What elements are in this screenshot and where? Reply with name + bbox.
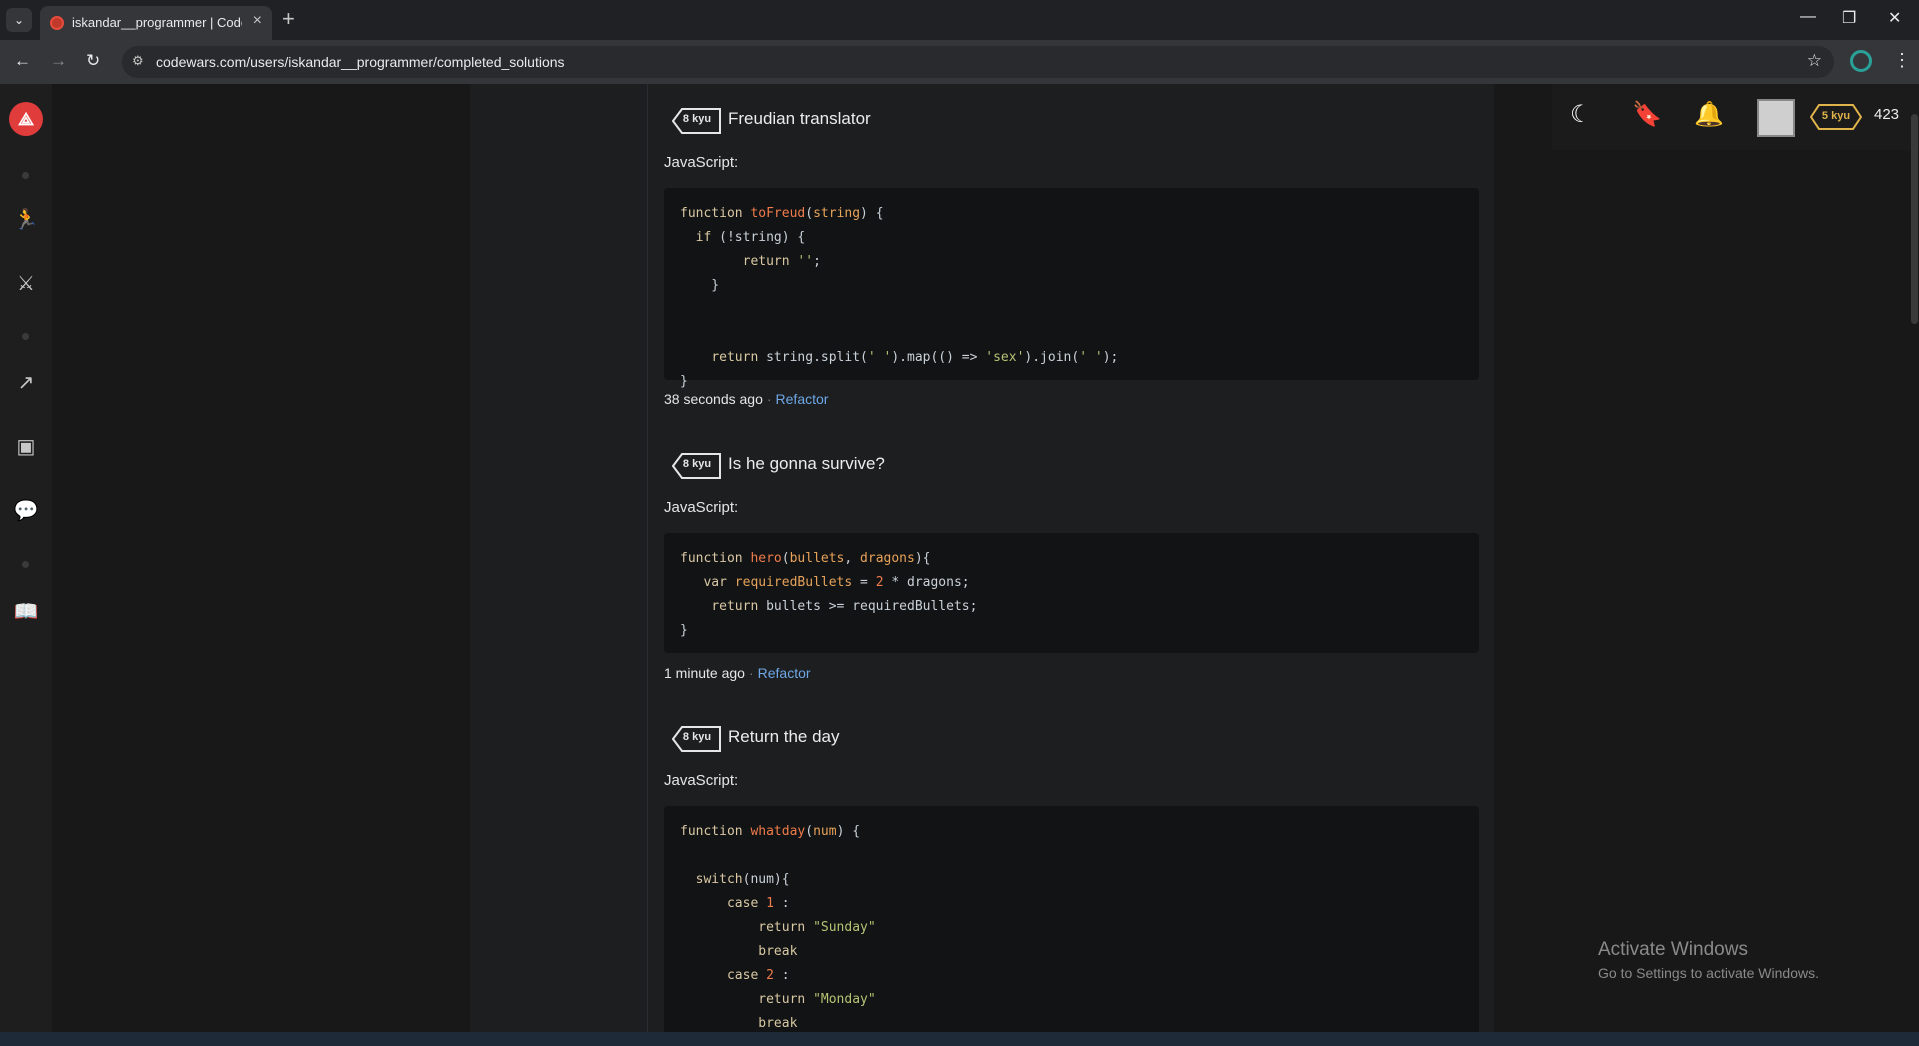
new-tab-button[interactable]: + [282, 6, 295, 32]
left-nav: ⟁ 🏃 ⚔ ↗ ▣ 💬 📖 [0, 84, 52, 1032]
windows-taskbar [0, 1032, 1919, 1046]
browser-tabstrip: ⌄ iskandar__programmer | Codewars × + — … [0, 0, 1919, 40]
discussions-icon[interactable]: 💬 [13, 498, 39, 523]
bookmark-star-icon[interactable]: ☆ [1807, 51, 1822, 71]
rank-label: 5 kyu [1821, 110, 1851, 122]
browser-toolbar: ← → ↻ ⚙ codewars.com/users/iskandar__pro… [0, 40, 1919, 84]
activate-windows-watermark: Activate Windows Go to Settings to activ… [1598, 939, 1819, 981]
kyu-badge: 8 kyu [672, 108, 722, 134]
code-block: function whatday(num) { switch(num){ cas… [664, 806, 1479, 1032]
kyu-badge: 8 kyu [672, 726, 722, 752]
address-url[interactable]: codewars.com/users/iskandar__programmer/… [156, 54, 565, 70]
codewars-logo-icon[interactable]: ⟁ [9, 102, 43, 136]
code-block: function toFreud(string) { if (!string) … [664, 188, 1479, 389]
page-scrollbar[interactable] [1911, 114, 1918, 324]
activate-subtitle: Go to Settings to activate Windows. [1598, 965, 1819, 981]
leaderboard-icon[interactable]: ↗ [13, 370, 39, 395]
rank-badge[interactable]: 5 kyu [1810, 104, 1862, 130]
solution-meta: 38 seconds ago · Refactor [664, 391, 829, 407]
kyu-label: 8 kyu [682, 458, 712, 470]
user-hud: ☾ 🔖 🔔 5 kyu 423 [1552, 84, 1919, 150]
kata-title-link[interactable]: Is he gonna survive? [728, 454, 885, 474]
practice-icon[interactable]: ⚔ [13, 271, 39, 296]
codewars-page: ⟁ 🏃 ⚔ ↗ ▣ 💬 📖 8 kyu Freudian translator … [0, 84, 1919, 1032]
tab-title: iskandar__programmer | Codewars [72, 15, 242, 30]
moon-icon[interactable]: ☾ [1570, 100, 1592, 129]
restore-icon[interactable]: ❐ [1842, 8, 1856, 28]
codewars-favicon-icon [50, 16, 64, 30]
solutions-list: 8 kyu Freudian translator JavaScript: fu… [648, 84, 1494, 1032]
bookmark-icon[interactable]: 🔖 [1632, 100, 1662, 129]
address-bar[interactable]: ⚙ codewars.com/users/iskandar__programme… [122, 46, 1834, 78]
solution-meta: 1 minute ago · Refactor [664, 665, 811, 681]
code-text: function whatday(num) { switch(num){ cas… [680, 824, 876, 1031]
avatar[interactable] [1757, 99, 1795, 137]
code-text: function toFreud(string) { if (!string) … [680, 206, 1119, 389]
code-block: function hero(bullets, dragons){ var req… [664, 533, 1479, 653]
language-label: JavaScript: [664, 154, 739, 171]
language-label: JavaScript: [664, 772, 739, 789]
tab-close-icon[interactable]: × [253, 12, 262, 30]
kata-title-link[interactable]: Freudian translator [728, 109, 871, 129]
training-icon[interactable]: 🏃 [13, 207, 39, 232]
browser-menu-icon[interactable]: ⋮ [1893, 50, 1911, 71]
back-icon[interactable]: ← [14, 51, 31, 71]
language-label: JavaScript: [664, 499, 739, 516]
kata-title-link[interactable]: Return the day [728, 727, 840, 747]
nav-separator [22, 172, 29, 179]
tab-search-button[interactable]: ⌄ [6, 8, 32, 32]
kyu-badge: 8 kyu [672, 453, 722, 479]
browser-tab-active[interactable]: iskandar__programmer | Codewars × [40, 6, 272, 40]
right-panel [1494, 84, 1919, 1032]
extension-icon[interactable] [1850, 50, 1872, 72]
profile-side-panel [470, 84, 648, 1032]
refactor-link[interactable]: Refactor [758, 665, 811, 681]
bell-icon[interactable]: 🔔 [1694, 100, 1724, 129]
window-close-icon[interactable]: ✕ [1888, 8, 1901, 28]
honor-count: 423 [1874, 106, 1900, 123]
minimize-icon[interactable]: — [1800, 8, 1816, 26]
refactor-link[interactable]: Refactor [776, 391, 829, 407]
code-text: function hero(bullets, dragons){ var req… [680, 551, 978, 638]
reload-icon[interactable]: ↻ [86, 51, 100, 71]
activate-title: Activate Windows [1598, 939, 1748, 960]
docs-icon[interactable]: 📖 [13, 599, 39, 624]
time-ago: 1 minute ago [664, 665, 745, 681]
site-info-icon[interactable]: ⚙ [132, 53, 144, 69]
kyu-label: 8 kyu [682, 731, 712, 743]
nav-separator [22, 333, 29, 340]
kyu-label: 8 kyu [682, 113, 712, 125]
forward-icon[interactable]: → [50, 51, 67, 71]
discord-icon[interactable]: ▣ [13, 434, 39, 459]
time-ago: 38 seconds ago [664, 391, 763, 407]
nav-separator [22, 561, 29, 568]
